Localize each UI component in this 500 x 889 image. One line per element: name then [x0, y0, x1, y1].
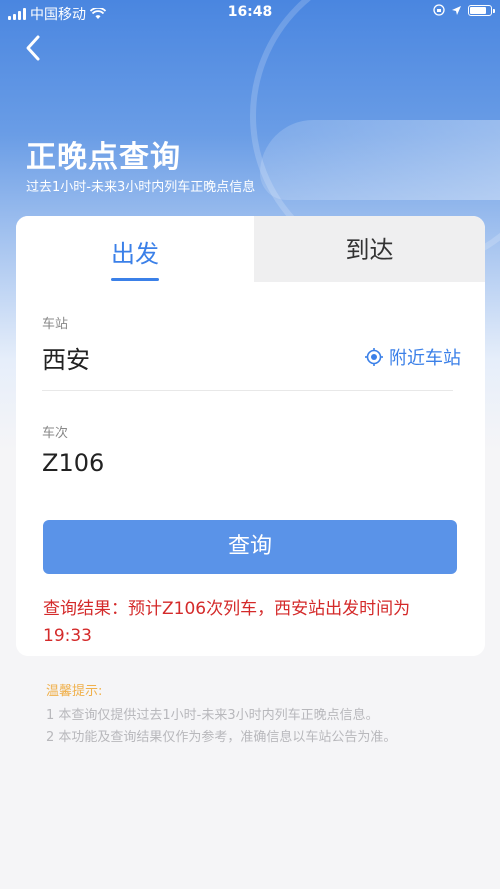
page-title: 正晚点查询 [26, 140, 181, 175]
station-field[interactable]: 西安 [42, 340, 90, 375]
tab-active-indicator [111, 278, 159, 281]
tab-arrival-label: 到达 [345, 236, 394, 264]
status-right [433, 4, 495, 16]
chevron-left-icon [26, 35, 40, 61]
status-bar: 中国移动 16:48 [0, 0, 500, 26]
tips-title: 温馨提示: [46, 684, 103, 699]
train-decoration [260, 120, 500, 200]
train-number-field[interactable]: Z106 [42, 449, 104, 477]
tab-arrival[interactable]: 到达 [254, 216, 485, 282]
tab-departure-label: 出发 [111, 240, 159, 268]
nearby-station-label: 附近车站 [389, 348, 461, 369]
tips-line: 2 本功能及查询结果仅作为参考，准确信息以车站公告为准。 [46, 730, 397, 745]
status-time: 16:48 [227, 4, 273, 20]
rotation-lock-icon [433, 4, 445, 16]
query-result: 查询结果：预计Z106次列车，西安站出发时间为 19:33 [43, 599, 411, 646]
battery-icon [468, 4, 495, 16]
tips-section: 温馨提示: 1 本查询仅提供过去1小时-未来3小时内列车正晚点信息。 2 本功能… [46, 680, 476, 749]
location-arrow-icon [452, 5, 461, 15]
station-label: 车站 [42, 317, 69, 332]
tab-departure[interactable]: 出发 [16, 216, 254, 282]
tips-line: 1 本查询仅提供过去1小时-未来3小时内列车正晚点信息。 [46, 708, 379, 723]
divider [42, 390, 453, 391]
query-button[interactable]: 查询 [43, 520, 457, 574]
back-button[interactable] [22, 34, 50, 62]
tab-bar: 出发 到达 [16, 216, 485, 282]
page-subtitle: 过去1小时-未来3小时内列车正晚点信息 [26, 180, 256, 195]
locate-icon [365, 348, 383, 366]
query-card: 出发 到达 车站 西安 附近车站 车次 Z106 查询 查询结果：预计Z106次… [16, 216, 485, 656]
train-label: 车次 [42, 426, 69, 441]
nearby-station-button[interactable]: 附近车站 [365, 344, 461, 370]
